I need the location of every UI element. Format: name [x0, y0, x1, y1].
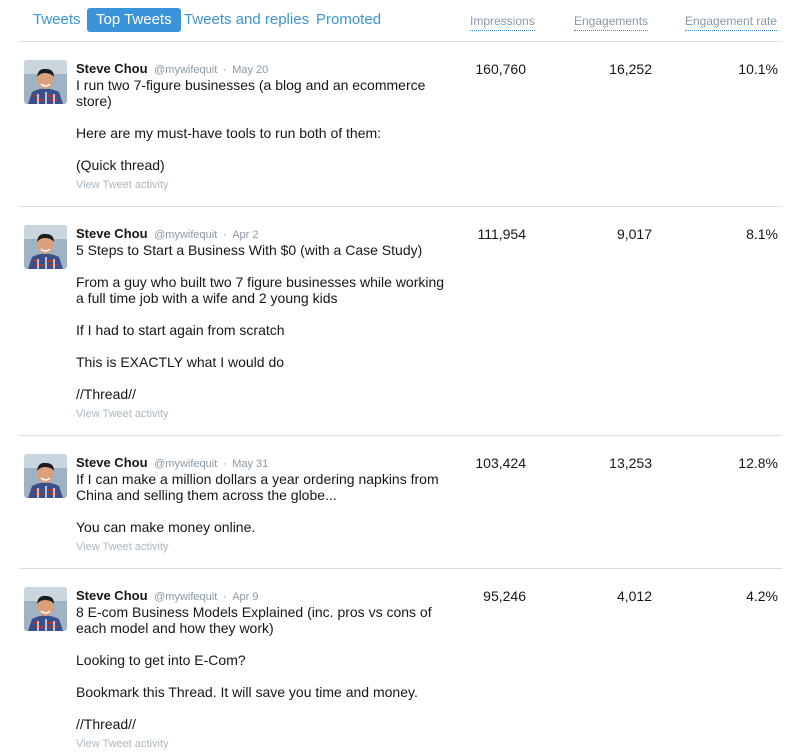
tweet-row: Steve Chou @mywifequit · Apr 9 8 E-com B…	[0, 569, 800, 756]
tweet-row: Steve Chou @mywifequit · Apr 2 5 Steps t…	[0, 207, 800, 435]
tweet-header: Steve Chou @mywifequit · Apr 9	[76, 588, 259, 605]
author-name[interactable]: Steve Chou	[76, 61, 148, 76]
tab-bar: Tweets Top Tweets Tweets and replies Pro…	[0, 0, 800, 42]
engagements-value: 9,017	[616, 226, 652, 242]
author-name[interactable]: Steve Chou	[76, 226, 148, 241]
tweet-text[interactable]: 5 Steps to Start a Business With $0 (wit…	[76, 242, 446, 402]
tweet-text-line	[76, 668, 446, 684]
tweet-text-line	[76, 503, 446, 519]
tweet-text-line: 8 E-com Business Models Explained (inc. …	[76, 604, 432, 620]
impressions-value: 103,424	[475, 455, 526, 471]
view-tweet-activity-link[interactable]: View Tweet activity	[76, 408, 169, 420]
tweet-date[interactable]: Apr 9	[232, 591, 258, 603]
author-handle[interactable]: @mywifequit	[154, 64, 217, 76]
author-name[interactable]: Steve Chou	[76, 455, 148, 470]
tweet-text-line: //Thread//	[76, 716, 136, 732]
tweet-text-line	[76, 370, 446, 386]
author-name[interactable]: Steve Chou	[76, 588, 148, 603]
tweet-text-line: Bookmark this Thread. It will save you t…	[76, 684, 418, 700]
tab-promoted[interactable]: Promoted	[316, 8, 381, 32]
avatar[interactable]	[24, 454, 67, 498]
tweet-date[interactable]: May 20	[232, 64, 268, 76]
engagements-value: 13,253	[609, 455, 652, 471]
tweet-text-line	[76, 141, 446, 157]
tweet-text-line	[76, 338, 446, 354]
view-tweet-activity-link[interactable]: View Tweet activity	[76, 541, 169, 553]
tweet-header: Steve Chou @mywifequit · Apr 2	[76, 226, 259, 243]
tab-top-tweets[interactable]: Top Tweets	[87, 8, 181, 32]
tweet-text-line: You can make money online.	[76, 519, 256, 535]
tweet-text-line: Looking to get into E-Com?	[76, 652, 246, 668]
tweet-text-line: each model and how they work)	[76, 620, 274, 636]
tweet-text-line: This is EXACTLY what I would do	[76, 354, 285, 370]
engagement-rate-value: 8.1%	[746, 226, 778, 242]
tab-tweets[interactable]: Tweets	[33, 8, 81, 32]
engagements-value: 4,012	[616, 588, 652, 604]
tweet-text[interactable]: I run two 7-figure businesses (a blog an…	[76, 77, 446, 173]
tab-tweets-and-replies[interactable]: Tweets and replies	[184, 8, 309, 32]
tweet-text-line: (Quick thread)	[76, 157, 165, 173]
tweet-text-line: If I can make a million dollars a year o…	[76, 471, 439, 487]
avatar[interactable]	[24, 225, 67, 269]
tweet-row: Steve Chou @mywifequit · May 31 If I can…	[0, 436, 800, 568]
author-handle[interactable]: @mywifequit	[154, 591, 217, 603]
impressions-value: 160,760	[475, 61, 526, 77]
tweet-text-line: //Thread//	[76, 386, 136, 402]
tweet-text[interactable]: 8 E-com Business Models Explained (inc. …	[76, 604, 446, 732]
header-separator: ·	[222, 64, 227, 76]
author-handle[interactable]: @mywifequit	[154, 458, 217, 470]
avatar[interactable]	[24, 587, 67, 631]
header-separator: ·	[222, 458, 227, 470]
tweet-text-line: 5 Steps to Start a Business With $0 (wit…	[76, 242, 423, 258]
tweet-text-line: China and selling them across the globe.…	[76, 487, 337, 503]
tweet-text[interactable]: If I can make a million dollars a year o…	[76, 471, 446, 535]
view-tweet-activity-link[interactable]: View Tweet activity	[76, 179, 169, 191]
tweet-text-line	[76, 109, 446, 125]
view-tweet-activity-link[interactable]: View Tweet activity	[76, 738, 169, 750]
tweet-text-line	[76, 258, 446, 274]
engagements-value: 16,252	[609, 61, 652, 77]
tweet-text-line: If I had to start again from scratch	[76, 322, 285, 338]
tweet-header: Steve Chou @mywifequit · May 20	[76, 61, 268, 78]
tweet-text-line: a full time job with a wife and 2 young …	[76, 290, 338, 306]
tweet-text-line	[76, 636, 446, 652]
tweet-text-line: store)	[76, 93, 112, 109]
column-header-engagements[interactable]: Engagements	[574, 14, 649, 31]
column-header-impressions[interactable]: Impressions	[470, 14, 535, 31]
engagement-rate-value: 12.8%	[738, 455, 778, 471]
author-handle[interactable]: @mywifequit	[154, 229, 217, 241]
column-header-engagement-rate[interactable]: Engagement rate	[685, 14, 778, 31]
tweet-date[interactable]: May 31	[232, 458, 268, 470]
tweet-text-line	[76, 306, 446, 322]
engagement-rate-value: 10.1%	[738, 61, 778, 77]
tweet-text-line: From a guy who built two 7 figure busine…	[76, 274, 445, 290]
tweet-text-line	[76, 700, 446, 716]
tweet-header: Steve Chou @mywifequit · May 31	[76, 455, 268, 472]
avatar[interactable]	[24, 60, 67, 104]
impressions-value: 111,954	[477, 226, 526, 242]
tweet-row: Steve Chou @mywifequit · May 20 I run tw…	[0, 42, 800, 206]
tweet-text-line: Here are my must-have tools to run both …	[76, 125, 382, 141]
header-separator: ·	[222, 229, 227, 241]
impressions-value: 95,246	[483, 588, 526, 604]
tweet-date[interactable]: Apr 2	[232, 229, 258, 241]
tweet-text-line: I run two 7-figure businesses (a blog an…	[76, 77, 426, 93]
engagement-rate-value: 4.2%	[746, 588, 778, 604]
header-separator: ·	[222, 591, 227, 603]
